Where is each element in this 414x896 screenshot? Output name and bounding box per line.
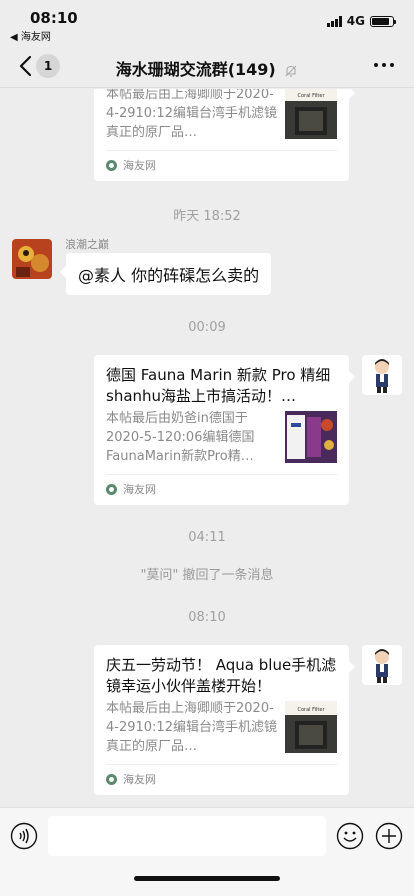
- link-card-source: 海友网: [106, 764, 337, 795]
- status-bar: 08:10 ◀ 海友网 4G: [0, 0, 414, 44]
- system-notice: "莫问" 撤回了一条消息: [140, 568, 274, 583]
- network-type: 4G: [346, 14, 365, 28]
- link-card[interactable]: 德国 Fauna Marin 新款 Pro 精细shanhu海盐上市搞活动！… …: [94, 355, 355, 505]
- sender-name: 浪潮之巅: [65, 238, 109, 251]
- link-card-desc: 本帖最后由上海卿顺于2020-4-2910:12编辑台湾手机滤镜真正的原厂品…: [106, 89, 277, 140]
- chat-title: 海水珊瑚交流群(149): [0, 56, 414, 80]
- thumb-label: Coral Filter: [297, 93, 325, 99]
- link-card-thumbnail: [285, 411, 337, 463]
- my-avatar[interactable]: [362, 355, 402, 395]
- voice-input-icon[interactable]: [10, 822, 38, 850]
- message-input[interactable]: [48, 816, 326, 856]
- status-time: 08:10: [30, 9, 78, 27]
- chat-header: 1 海水珊瑚交流群(149): [0, 44, 414, 88]
- home-indicator: [134, 876, 280, 881]
- message-bubble[interactable]: @素人 你的砗磲怎么卖的: [59, 253, 272, 295]
- add-more-icon[interactable]: [375, 822, 403, 850]
- mute-bell-icon: [285, 65, 297, 77]
- my-avatar-image: [362, 645, 402, 685]
- my-avatar[interactable]: [362, 645, 402, 685]
- timestamp: 08:10: [188, 610, 226, 625]
- timestamp: 00:09: [188, 320, 226, 335]
- status-indicators: 4G: [326, 14, 396, 28]
- link-card-desc: 本帖最后由上海卿顺于2020-4-2910:12编辑台湾手机滤镜真正的原厂品…: [106, 701, 277, 754]
- link-card[interactable]: 庆五一劳动节！ Aqua blue手机滤镜幸运小伙伴盖楼开始！ 本帖最后由上海卿…: [94, 645, 355, 795]
- my-avatar-image: [362, 355, 402, 395]
- signal-icon: [326, 15, 342, 27]
- timestamp: 04:11: [188, 530, 226, 545]
- message-list[interactable]: 本帖最后由上海卿顺于2020-4-2910:12编辑台湾手机滤镜真正的原厂品… …: [0, 89, 414, 807]
- link-card-source: 海友网: [106, 150, 337, 181]
- source-icon: [106, 159, 117, 171]
- link-card-source: 海友网: [106, 474, 337, 505]
- avatar[interactable]: [12, 239, 52, 279]
- link-card-thumbnail: Coral Filter: [285, 701, 337, 753]
- link-card-desc: 本帖最后由奶爸in德国于2020-5-120:06编辑德国FaunaMarin新…: [106, 411, 255, 464]
- source-icon: [106, 483, 117, 495]
- source-name: 海友网: [123, 483, 156, 496]
- timestamp: 昨天 18:52: [173, 209, 241, 224]
- chat-title-text: 海水珊瑚交流群(149): [115, 60, 276, 79]
- input-bar: [0, 807, 414, 896]
- link-card-title: 德国 Fauna Marin 新款 Pro 精细shanhu海盐上市搞活动！…: [106, 366, 331, 405]
- link-card-thumbnail: Coral Filter: [285, 89, 337, 139]
- source-name: 海友网: [123, 159, 156, 172]
- user-avatar-image: [12, 239, 52, 279]
- back-to-app-link[interactable]: ◀ 海友网: [10, 28, 51, 43]
- battery-icon: [370, 15, 396, 27]
- thumb-label: Coral Filter: [297, 707, 325, 713]
- source-icon: [106, 773, 117, 785]
- emoji-icon[interactable]: [336, 822, 364, 850]
- source-name: 海友网: [123, 773, 156, 786]
- link-card[interactable]: 本帖最后由上海卿顺于2020-4-2910:12编辑台湾手机滤镜真正的原厂品… …: [94, 89, 355, 181]
- link-card-title: 庆五一劳动节！ Aqua blue手机滤镜幸运小伙伴盖楼开始！: [106, 656, 337, 695]
- more-options-icon[interactable]: [374, 63, 394, 67]
